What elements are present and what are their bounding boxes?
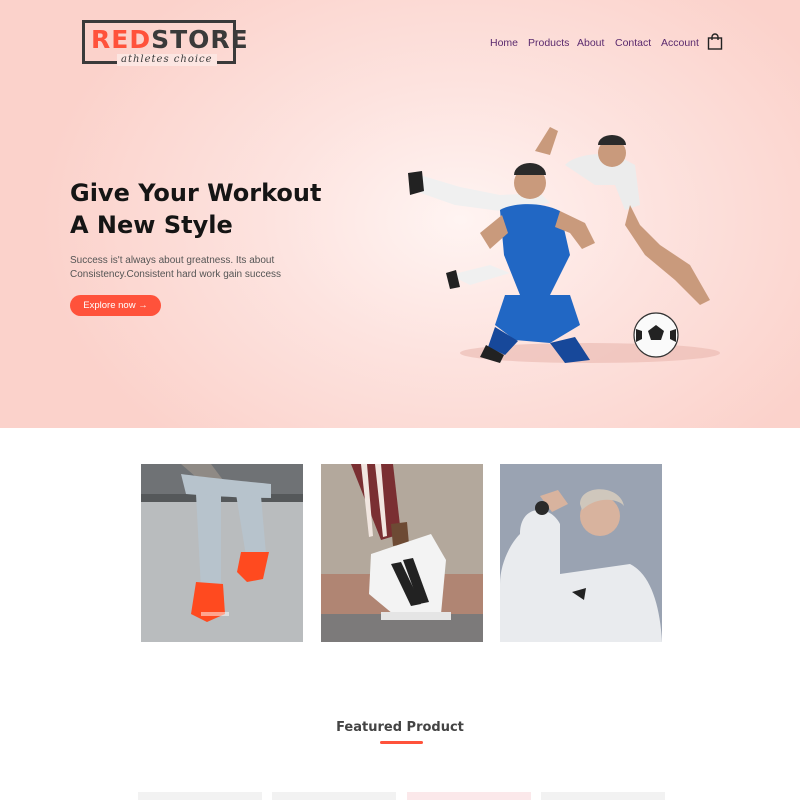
brand-logo[interactable]: REDSTORE athletes choice: [82, 20, 248, 66]
product-card[interactable]: [541, 792, 665, 800]
featured-product-heading: Featured Product: [336, 720, 464, 735]
heading-underline: [380, 741, 423, 744]
explore-now-button[interactable]: Explore now →: [70, 295, 161, 316]
striped-sneaker-photo: [321, 464, 483, 642]
sneakers-jeans-photo: [141, 464, 303, 642]
product-card[interactable]: [272, 792, 396, 800]
nav-products[interactable]: Products: [528, 37, 569, 49]
logo-wordmark: REDSTORE: [91, 25, 249, 54]
product-card[interactable]: [138, 792, 262, 800]
category-tile-striped-sneaker[interactable]: [321, 464, 483, 642]
nav-home[interactable]: Home: [490, 37, 518, 49]
shopping-bag-icon[interactable]: [707, 33, 723, 50]
logo-tagline: athletes choice: [117, 54, 217, 66]
hero-title-line1: Give Your Workout: [70, 179, 322, 207]
hero-section: REDSTORE athletes choice Home Products A…: [0, 0, 800, 428]
nav-contact[interactable]: Contact: [615, 37, 651, 49]
nav-about[interactable]: About: [577, 37, 604, 49]
hero-subtitle: Success is't always about greatness. Its…: [70, 255, 282, 280]
soccer-players-image: [408, 127, 720, 363]
hero-title-line2: A New Style: [70, 211, 233, 239]
white-hoodie-photo: [500, 464, 662, 642]
hero-title: Give Your Workout A New Style: [70, 177, 390, 241]
category-tile-sneakers-jeans[interactable]: [141, 464, 303, 642]
product-card[interactable]: [407, 792, 531, 800]
nav-account[interactable]: Account: [661, 37, 699, 49]
category-tile-white-hoodie[interactable]: [500, 464, 662, 642]
